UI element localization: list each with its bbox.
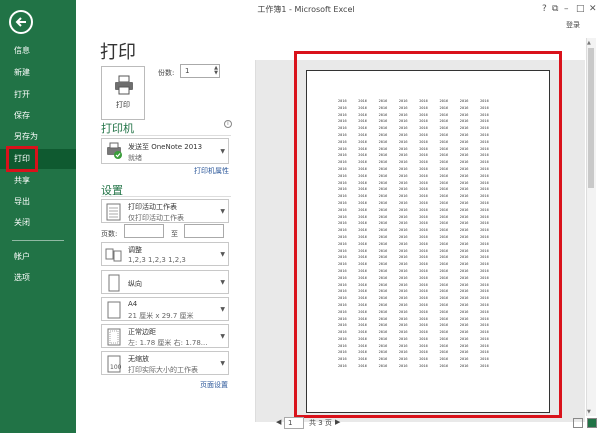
printer-status: 就绪 — [128, 154, 142, 162]
margins-icon — [107, 328, 121, 346]
margins-dropdown[interactable]: 正常边距 左: 1.78 厘米 右: 1.78... ▼ — [101, 324, 229, 348]
spin-down-icon[interactable]: ▼ — [214, 71, 218, 76]
sheet-icon — [106, 203, 121, 221]
copies-input[interactable]: 1 ▲ ▼ — [180, 64, 220, 78]
collate-title: 调整 — [128, 246, 142, 254]
collate-dropdown[interactable]: 调整 1,2,3 1,2,3 1,2,3 ▼ — [101, 242, 229, 266]
total-pages-label: 共 3 页 — [309, 419, 332, 427]
scrollbar-thumb[interactable] — [588, 48, 594, 188]
chevron-down-icon: ▼ — [220, 333, 225, 340]
nav-new[interactable]: 新建 — [0, 63, 76, 83]
login-link[interactable]: 登录 — [566, 20, 580, 30]
orientation-title: 纵向 — [128, 280, 142, 288]
restore-button[interactable]: ⧉ — [552, 4, 558, 14]
printer-status-icon — [107, 142, 122, 159]
collate-desc: 1,2,3 1,2,3 1,2,3 — [128, 256, 186, 264]
margins-title: 正常边距 — [128, 328, 156, 336]
next-page-icon[interactable]: ▶ — [335, 418, 340, 426]
backstage-nav: 信息 新建 打开 保存 另存为 打印 共享 导出 关闭 帐户 选项 — [0, 0, 76, 433]
scaling-icon: 100 — [107, 355, 122, 373]
chevron-down-icon: ▼ — [220, 306, 225, 313]
paper-size-desc: 21 厘米 x 29.7 厘米 — [128, 312, 194, 320]
portrait-icon — [108, 274, 120, 292]
nav-close[interactable]: 关闭 — [0, 213, 76, 233]
nav-save[interactable]: 保存 — [0, 106, 76, 126]
nav-share[interactable]: 共享 — [0, 171, 76, 191]
page-setup-link[interactable]: 页面设置 — [200, 380, 228, 390]
copies-value: 1 — [185, 67, 190, 75]
scroll-down-icon[interactable]: ▼ — [587, 409, 591, 415]
pages-to-input[interactable] — [184, 224, 224, 238]
nav-info[interactable]: 信息 — [0, 41, 76, 61]
print-scope-title: 打印活动工作表 — [128, 203, 177, 211]
print-scope-desc: 仅打印活动工作表 — [128, 214, 184, 222]
prev-page-icon[interactable]: ◀ — [276, 418, 281, 426]
window-title: 工作簿1 - Microsoft Excel — [257, 5, 355, 14]
zoom-to-page-icon[interactable] — [587, 418, 597, 428]
nav-open[interactable]: 打开 — [0, 85, 76, 105]
chevron-down-icon: ▼ — [220, 251, 225, 258]
paper-size-title: A4 — [128, 300, 138, 308]
printer-name: 发送至 OneNote 2013 — [128, 143, 203, 151]
print-button[interactable]: 打印 — [101, 66, 145, 120]
printer-properties-link[interactable]: 打印机属性 — [194, 166, 229, 176]
scaling-title: 无缩放 — [128, 355, 149, 363]
print-scope-dropdown[interactable]: 打印活动工作表 仅打印活动工作表 ▼ — [101, 199, 229, 223]
maximize-button[interactable]: □ — [576, 4, 585, 14]
pages-from-input[interactable] — [124, 224, 164, 238]
chevron-down-icon: ▼ — [220, 148, 225, 155]
help-button[interactable]: ? — [542, 4, 547, 14]
preview-divider — [255, 60, 256, 422]
nav-export[interactable]: 导出 — [0, 192, 76, 212]
nav-divider — [12, 240, 64, 241]
svg-text:100: 100 — [110, 364, 122, 371]
info-icon[interactable]: i — [224, 120, 232, 128]
show-margins-icon[interactable] — [573, 418, 583, 428]
nav-print-highlight — [6, 146, 38, 172]
minimize-button[interactable]: – — [564, 4, 569, 14]
back-button[interactable] — [9, 10, 33, 34]
chevron-down-icon: ▼ — [220, 360, 225, 367]
chevron-down-icon: ▼ — [220, 208, 225, 215]
chevron-down-icon: ▼ — [220, 279, 225, 286]
page-title: 打印 — [100, 42, 136, 63]
pages-to-label: 至 — [171, 230, 178, 238]
nav-save-as[interactable]: 另存为 — [0, 127, 76, 147]
current-page-input[interactable]: 1 — [284, 417, 304, 429]
scaling-dropdown[interactable]: 100 无缩放 打印实际大小的工作表 ▼ — [101, 351, 229, 375]
margins-desc: 左: 1.78 厘米 右: 1.78... — [128, 339, 208, 347]
preview-highlight-frame — [294, 51, 562, 418]
copies-label: 份数: — [158, 69, 175, 77]
printer-section-title: 打印机 — [101, 122, 134, 135]
nav-account[interactable]: 帐户 — [0, 247, 76, 267]
pages-label: 页数: — [101, 230, 118, 238]
printer-icon — [115, 75, 133, 95]
paper-size-dropdown[interactable]: A4 21 厘米 x 29.7 厘米 ▼ — [101, 297, 229, 321]
print-button-label: 打印 — [116, 101, 130, 109]
close-button[interactable]: ✕ — [589, 4, 597, 14]
orientation-dropdown[interactable]: 纵向 ▼ — [101, 270, 229, 294]
back-arrow-icon — [15, 17, 26, 27]
paper-icon — [107, 301, 121, 319]
nav-options[interactable]: 选项 — [0, 268, 76, 288]
collate-icon — [105, 248, 122, 262]
scroll-up-icon[interactable]: ▲ — [587, 40, 591, 46]
settings-separator — [101, 196, 231, 197]
printer-separator — [101, 135, 231, 136]
scaling-desc: 打印实际大小的工作表 — [128, 366, 198, 374]
printer-dropdown[interactable]: 发送至 OneNote 2013 就绪 ▼ — [101, 138, 229, 164]
